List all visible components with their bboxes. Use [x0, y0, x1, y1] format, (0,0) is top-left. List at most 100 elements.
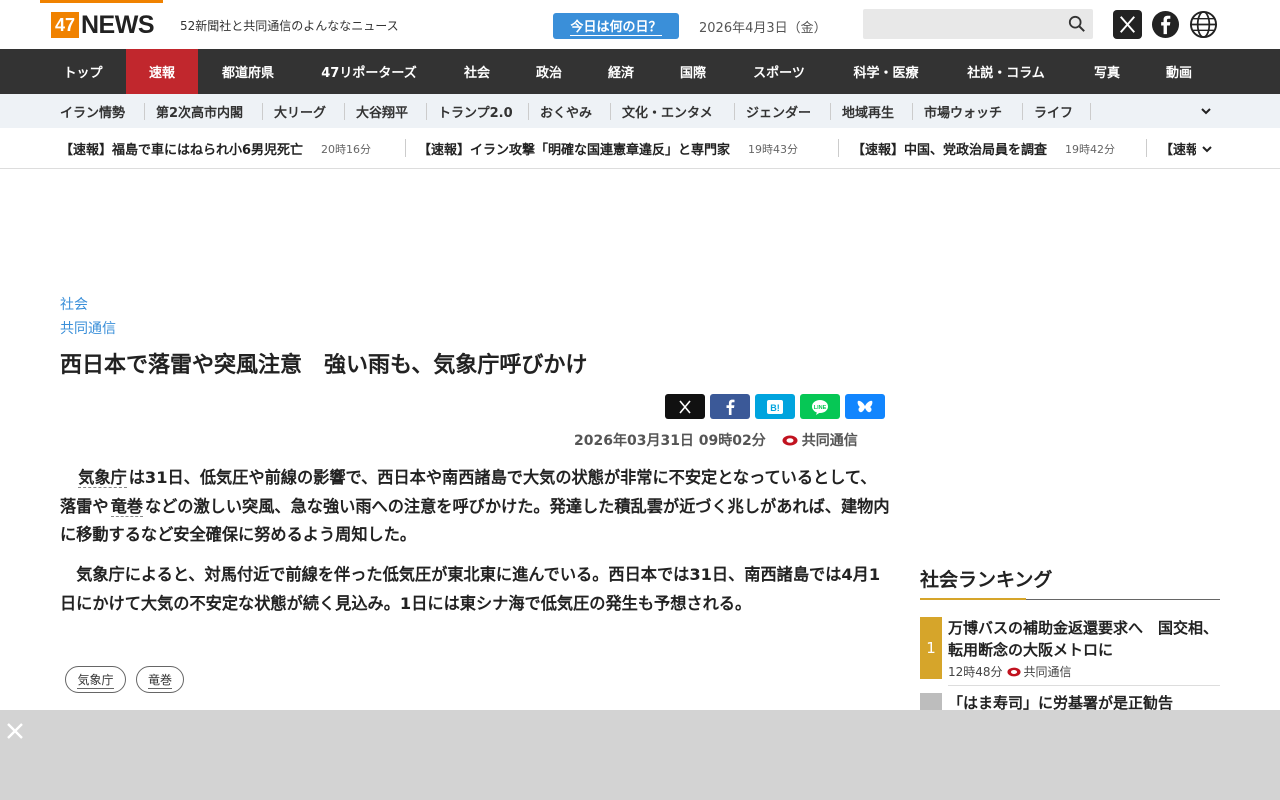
subnav-divider [426, 103, 427, 120]
article-title: 西日本で落雷や突風注意 強い雨も、気象庁呼びかけ [60, 353, 588, 378]
nav-item-breaking[interactable]: 速報 [126, 49, 198, 94]
tag-label: 気象庁 [77, 672, 114, 689]
nav-item-politics[interactable]: 政治 [514, 49, 584, 94]
subnav-item-ohtani[interactable]: 大谷翔平 [356, 94, 408, 128]
facebook-icon[interactable] [1151, 10, 1180, 39]
svg-text:LINE: LINE [814, 405, 827, 411]
share-bluesky-button[interactable] [845, 394, 885, 419]
ticker-headline: 【速報】福島で車にはねられ小6男児死亡 [60, 143, 304, 158]
subnav-divider [528, 103, 529, 120]
ticker-time: 20時16分 [321, 142, 372, 156]
close-icon[interactable] [6, 722, 24, 740]
logo-accent-bar [40, 0, 163, 3]
article-tag[interactable]: 竜巻 [136, 666, 184, 693]
article-tag[interactable]: 気象庁 [65, 666, 126, 693]
facebook-icon [726, 399, 735, 415]
ticker-item[interactable]: 【速報 [1160, 128, 1196, 168]
nav-item-47reporters[interactable]: 47リポーターズ [298, 49, 440, 94]
ticker-item[interactable]: 【速報】中国、党政治局員を調査 19時42分 [852, 128, 1116, 168]
ranking-accent-bar [920, 598, 1026, 600]
nav-item-editorial-column[interactable]: 社説・コラム [942, 49, 1070, 94]
article-paragraph-1: 気象庁 は31日、低気圧や前線の影響で、西日本や南西諸島で大気の状態が非常に不安定… [60, 464, 890, 550]
subnav-divider [1090, 103, 1091, 120]
line-icon: LINE [812, 399, 828, 415]
topic-subnav: イラン情勢 第2次高市内閣 大リーグ 大谷翔平 トランプ2.0 おくやみ 文化・… [0, 94, 1280, 128]
ticker-headline: 【速報】イラン攻撃「明確な国連憲章違反」と専門家 [418, 143, 731, 158]
article-source-link[interactable]: 共同通信 [60, 318, 116, 338]
ticker-divider [838, 139, 839, 157]
nav-item-society[interactable]: 社会 [440, 49, 514, 94]
subnav-divider [830, 103, 831, 120]
ticker-divider [405, 139, 406, 157]
share-line-button[interactable]: LINE [800, 394, 840, 419]
nav-item-economy[interactable]: 経済 [584, 49, 658, 94]
article-paragraph-1-text-b: などの激しい突風、急な強い雨への注意を呼びかけた。発達した積乱雲が近づく兆しがあ… [60, 496, 890, 545]
ticker-item[interactable]: 【速報】福島で車にはねられ小6男児死亡 20時16分 [60, 128, 372, 168]
ticker-item[interactable]: 【速報】イラン攻撃「明確な国連憲章違反」と専門家 19時43分 [418, 128, 799, 168]
current-date: 2026年4月3日（金） [699, 21, 827, 36]
ranking-item-meta: 12時48分 共同通信 [948, 663, 1072, 680]
subnav-item-iran[interactable]: イラン情勢 [60, 94, 125, 128]
subnav-item-life[interactable]: ライフ [1034, 94, 1073, 128]
subnav-divider [734, 103, 735, 120]
keyword-link[interactable]: 気象庁 [78, 468, 127, 488]
kyodo-logo-icon [782, 435, 798, 445]
share-facebook-button[interactable] [710, 394, 750, 419]
today-button-label: 今日は何の日？ [570, 16, 662, 36]
ticker-time: 19時42分 [1065, 142, 1116, 156]
main-nav: トップ 速報 都道府県 47リポーターズ 社会 政治 経済 国際 スポーツ 科学… [0, 49, 1280, 94]
subnav-divider [610, 103, 611, 120]
nav-item-top[interactable]: トップ [40, 49, 126, 94]
ranking-title: 社会ランキング [920, 569, 1053, 591]
subnav-divider [1022, 103, 1023, 120]
article-source: 共同通信 [801, 433, 858, 449]
share-hatena-button[interactable]: B! [755, 394, 795, 419]
ranking-item-time: 12時48分 [948, 665, 1003, 679]
bottom-ad-banner [0, 710, 1280, 800]
svg-text:B!: B! [770, 403, 780, 413]
site-logo[interactable]: 47 NEWS [51, 11, 155, 39]
search-input[interactable] [863, 9, 1093, 39]
nav-item-photos[interactable]: 写真 [1070, 49, 1144, 94]
ticker-divider [1146, 139, 1147, 157]
subnav-divider [144, 103, 145, 120]
subnav-item-market[interactable]: 市場ウォッチ [924, 94, 1002, 128]
subnav-item-takaichi-cabinet[interactable]: 第2次高市内閣 [156, 94, 243, 128]
kyodo-logo-icon [1006, 667, 1021, 676]
hatena-bookmark-icon: B! [767, 399, 783, 414]
ticker-headline: 【速報】中国、党政治局員を調査 [852, 143, 1048, 158]
subnav-item-mlb[interactable]: 大リーグ [274, 94, 326, 128]
subnav-item-obituaries[interactable]: おくやみ [540, 94, 592, 128]
globe-language-icon[interactable] [1189, 10, 1218, 39]
tag-label: 竜巻 [147, 672, 172, 689]
subnav-expand-chevron-icon[interactable] [1199, 104, 1213, 118]
ticker-headline: 【速報 [1160, 143, 1196, 158]
nav-item-videos[interactable]: 動画 [1144, 49, 1214, 94]
logo-number: 47 [51, 12, 79, 38]
subnav-divider [262, 103, 263, 120]
search-icon[interactable] [1068, 15, 1086, 33]
ranking-item-source: 共同通信 [1023, 665, 1072, 679]
breaking-news-ticker: 【速報】福島で車にはねられ小6男児死亡 20時16分 【速報】イラン攻撃「明確な… [0, 128, 1280, 169]
keyword-link[interactable]: 竜巻 [110, 496, 143, 517]
subnav-divider [344, 103, 345, 120]
rank-number-badge: 1 [920, 617, 942, 679]
x-twitter-icon[interactable] [1113, 10, 1142, 39]
subnav-item-trump[interactable]: トランプ2.0 [438, 94, 513, 128]
article-meta: 2026年03月31日 09時02分 共同通信 [574, 430, 858, 450]
subnav-item-regional[interactable]: 地域再生 [842, 94, 894, 128]
share-x-button[interactable] [665, 394, 705, 419]
today-in-history-button[interactable]: 今日は何の日？ [553, 13, 679, 39]
ranking-item-divider [948, 685, 1220, 686]
ticker-expand-chevron-icon[interactable] [1200, 142, 1214, 156]
subnav-item-gender[interactable]: ジェンダー [746, 94, 811, 128]
nav-item-sports[interactable]: スポーツ [728, 49, 830, 94]
nav-item-science-medical[interactable]: 科学・医療 [830, 49, 942, 94]
nav-item-international[interactable]: 国際 [658, 49, 728, 94]
subnav-item-culture[interactable]: 文化・エンタメ [622, 94, 713, 128]
ranking-item-headline[interactable]: 万博バスの補助金返還要求へ 国交相、転用断念の大阪メトロに [948, 617, 1218, 661]
article-paragraph-2: 気象庁によると、対馬付近で前線を伴った低気圧が東北東に進んでいる。西日本では31… [60, 565, 881, 613]
article-category[interactable]: 社会 [60, 294, 88, 314]
ticker-time: 19時43分 [748, 142, 799, 156]
nav-item-prefectures[interactable]: 都道府県 [198, 49, 298, 94]
